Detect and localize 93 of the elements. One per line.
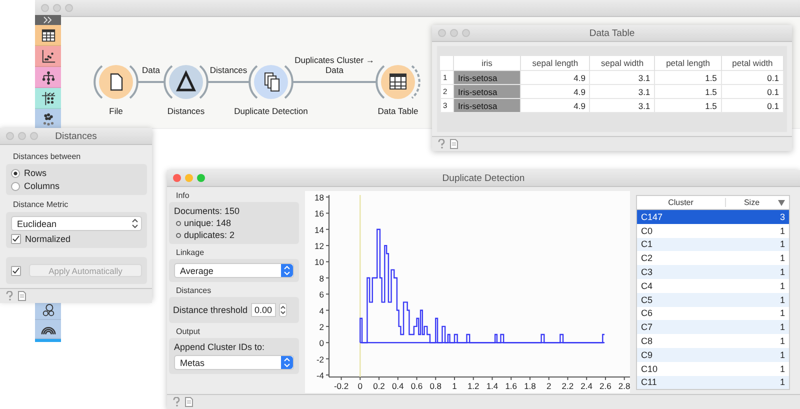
table-cell: 1.5 — [654, 98, 722, 112]
tick-label: 2.6 — [600, 381, 612, 391]
threshold-label: Distance threshold — [173, 305, 248, 315]
table-cell: Iris-setosa — [454, 70, 520, 84]
table-cell: Iris-setosa — [454, 98, 520, 112]
tick-label: 0.8 — [430, 381, 442, 391]
tick-label: -2 — [316, 354, 324, 364]
tick-label: 1.4 — [486, 381, 498, 391]
table-cell: 3.1 — [590, 70, 655, 84]
tick-label: 4 — [319, 306, 324, 316]
section-label: Distance Metric — [12, 200, 70, 209]
table-cell: 1.5 — [654, 70, 722, 84]
tick-label: 0 — [358, 381, 362, 391]
tick-label: 1.2 — [467, 381, 480, 391]
window-title: Duplicate Detection — [442, 172, 525, 184]
tick-label: 1.6 — [505, 381, 518, 391]
node-label: Data Table — [376, 106, 420, 116]
cluster-name: C0 — [641, 226, 653, 236]
table-cell: 4.9 — [520, 84, 590, 98]
section-label: Linkage — [175, 248, 206, 257]
tick-label: 2.2 — [562, 381, 574, 391]
info-text: Documents: 150 — [174, 206, 241, 216]
node-label: File — [108, 106, 124, 116]
section-label: Distances between — [12, 152, 82, 161]
cluster-size: 3 — [780, 212, 785, 222]
cluster-name: C147 — [641, 212, 663, 222]
tick-label: 18 — [314, 192, 324, 203]
cluster-name: C9 — [641, 350, 653, 360]
info-text: duplicates: 2 — [184, 230, 235, 240]
tick-label: 12 — [314, 241, 324, 252]
link-label: Data — [141, 65, 161, 75]
window-title: Distances — [55, 130, 97, 142]
checkbox-label: Normalized — [25, 234, 71, 244]
tick-label: 10 — [314, 257, 324, 268]
tick-label: 2 — [319, 322, 324, 332]
append-label: Append Cluster IDs to: — [174, 342, 266, 352]
tick-label: 2 — [546, 381, 552, 391]
cluster-name: C2 — [641, 253, 653, 264]
window-title: Data Table — [589, 28, 635, 38]
table-cell: Iris-setosa — [454, 84, 520, 98]
info-text: unique: 148 — [184, 218, 232, 228]
cluster-name: C6 — [641, 308, 653, 318]
tick-label: 16 — [314, 208, 324, 219]
tick-label: 0.4 — [392, 381, 404, 391]
section-label: Distances — [175, 286, 212, 295]
cluster-size: 1 — [780, 253, 785, 264]
cluster-name: C10 — [641, 364, 658, 374]
table-cell: 4.9 — [520, 70, 590, 84]
tick-label: -0.2 — [334, 381, 349, 391]
cluster-size: 1 — [780, 267, 785, 278]
tick-label: 2.4 — [580, 381, 592, 391]
cluster-size: 1 — [780, 294, 785, 305]
cluster-size: 1 — [780, 280, 785, 291]
cluster-name: C3 — [641, 267, 653, 278]
tick-label: 14 — [314, 224, 324, 235]
cluster-size: 1 — [780, 377, 785, 388]
cluster-size: 1 — [780, 308, 785, 318]
table-cell: 3.1 — [590, 84, 655, 98]
cluster-size: 1 — [780, 226, 785, 236]
cluster-name: C1 — [641, 239, 653, 250]
tick-label: -4 — [316, 370, 324, 380]
cluster-name: C11 — [641, 377, 657, 388]
tick-label: 0.6 — [410, 381, 423, 391]
tick-label: 2.8 — [618, 381, 630, 391]
tick-label: 0.2 — [373, 381, 385, 391]
link-label: Distances — [208, 65, 248, 75]
radio-label: Rows — [24, 168, 47, 178]
table-cell: 0.1 — [721, 98, 784, 112]
node-label: Distances — [166, 106, 206, 116]
cluster-name: C8 — [641, 336, 653, 346]
cluster-name: C7 — [641, 322, 653, 332]
section-label: Info — [175, 191, 190, 200]
link-label: Duplicates Cluster → Data — [294, 55, 376, 75]
cluster-size: 1 — [780, 336, 785, 346]
radio-label: Columns — [24, 181, 60, 191]
node-label: Duplicate Detection — [233, 106, 309, 116]
table-cell: 0.1 — [721, 70, 784, 84]
table-cell: 1.5 — [654, 84, 722, 98]
tick-label: 1 — [452, 381, 457, 391]
cluster-size: 1 — [780, 350, 785, 360]
tick-label: 8 — [319, 273, 324, 284]
cluster-size: 1 — [780, 322, 785, 332]
table-cell: 4.9 — [520, 98, 590, 112]
tick-label: 6 — [319, 290, 324, 300]
tick-label: 1.8 — [524, 381, 536, 391]
cluster-size: 1 — [780, 239, 785, 250]
cluster-name: C5 — [641, 294, 653, 305]
table-cell: 3.1 — [590, 98, 655, 112]
cluster-size: 1 — [780, 364, 785, 374]
table-cell: 0.1 — [721, 84, 784, 98]
tick-label: 0 — [319, 338, 324, 348]
section-label: Output — [175, 327, 202, 336]
cluster-name: C4 — [641, 280, 653, 291]
